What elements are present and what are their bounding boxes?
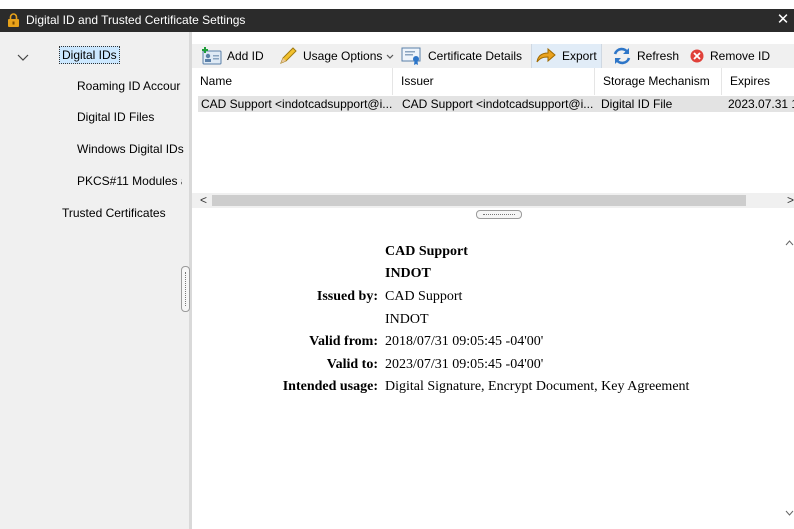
export-label: Export (562, 49, 597, 63)
certificate-details-label: Certificate Details (428, 49, 523, 63)
valid-to-label: Valid to: (326, 357, 378, 372)
vertical-splitter-grip[interactable] (181, 266, 190, 312)
horizontal-scrollbar[interactable]: < > (192, 193, 794, 208)
export-arrow-icon (536, 47, 556, 63)
column-header-storage-mechanism[interactable]: Storage Mechanism (595, 68, 722, 95)
remove-icon (690, 49, 704, 63)
valid-from-value: 2018/07/31 09:05:45 -04'00' (385, 334, 544, 349)
vertical-scrollbar[interactable] (785, 225, 794, 529)
tree-item-roaming-id-accounts[interactable]: Roaming ID Accour (77, 78, 182, 94)
refresh-button[interactable]: Refresh (612, 44, 679, 68)
certificate-org: INDOT (385, 266, 431, 281)
close-button[interactable]: ✕ (772, 9, 794, 32)
refresh-icon (613, 47, 631, 65)
pencil-icon (280, 47, 297, 64)
remove-id-label: Remove ID (710, 49, 771, 63)
column-header-issuer[interactable]: Issuer (393, 68, 595, 95)
add-id-icon (202, 47, 222, 65)
export-button[interactable]: Export (531, 44, 602, 68)
scroll-down-arrow-icon[interactable] (785, 509, 794, 517)
column-header-expires[interactable]: Expires (722, 68, 794, 95)
add-id-label: Add ID (227, 49, 264, 63)
certificate-icon (401, 47, 421, 65)
window-title: Digital ID and Trusted Certificate Setti… (26, 13, 246, 27)
tree-item-digital-ids[interactable]: Digital IDs (59, 46, 120, 64)
table-cell-storage: Digital ID File (601, 97, 673, 111)
intended-usage-label: Intended usage: (282, 379, 378, 394)
lock-icon (8, 13, 19, 27)
issued-by-name: CAD Support (385, 289, 463, 304)
toolbar: Add ID Usage Options Certificate Details… (192, 44, 794, 68)
navigation-pane (0, 32, 189, 529)
scrollbar-thumb[interactable] (212, 195, 746, 206)
tree-item-pkcs11-modules[interactable]: PKCS#11 Modules a (77, 173, 182, 189)
usage-options-button[interactable]: Usage Options (278, 44, 395, 68)
usage-options-label: Usage Options (303, 49, 383, 63)
issued-by-org: INDOT (385, 312, 429, 327)
refresh-label: Refresh (637, 49, 680, 63)
tree-item-windows-digital-ids[interactable]: Windows Digital IDs (77, 141, 185, 157)
valid-to-value: 2023/07/31 09:05:45 -04'00' (385, 357, 544, 372)
table-cell-expires: 2023.07.31 13 (728, 97, 794, 111)
column-header-name[interactable]: Name (192, 68, 393, 95)
chevron-down-icon[interactable] (17, 52, 29, 64)
scroll-right-arrow[interactable]: > (787, 193, 794, 208)
certificate-details-button[interactable]: Certificate Details (401, 44, 522, 68)
scroll-left-arrow[interactable]: < (200, 193, 207, 208)
certificate-name: CAD Support (385, 244, 468, 259)
dropdown-arrow-icon (386, 54, 394, 59)
issued-by-label: Issued by: (316, 289, 378, 304)
valid-from-label: Valid from: (309, 334, 378, 349)
remove-id-button[interactable]: Remove ID (689, 44, 770, 68)
intended-usage-value: Digital Signature, Encrypt Document, Key… (385, 379, 690, 394)
add-id-button[interactable]: Add ID (202, 44, 264, 68)
certificate-details-panel: CAD Support INDOT Issued by: CAD Support… (192, 225, 788, 525)
title-bar: Digital ID and Trusted Certificate Setti… (0, 9, 794, 32)
tree-item-digital-id-files[interactable]: Digital ID Files (77, 109, 154, 125)
table-cell-name: CAD Support <indotcadsupport@i... (201, 97, 393, 111)
tree-item-trusted-certificates[interactable]: Trusted Certificates (62, 205, 166, 221)
scroll-up-arrow-icon[interactable] (785, 239, 794, 247)
horizontal-splitter-grip[interactable] (476, 210, 522, 219)
table-cell-issuer: CAD Support <indotcadsupport@i... (402, 97, 594, 111)
